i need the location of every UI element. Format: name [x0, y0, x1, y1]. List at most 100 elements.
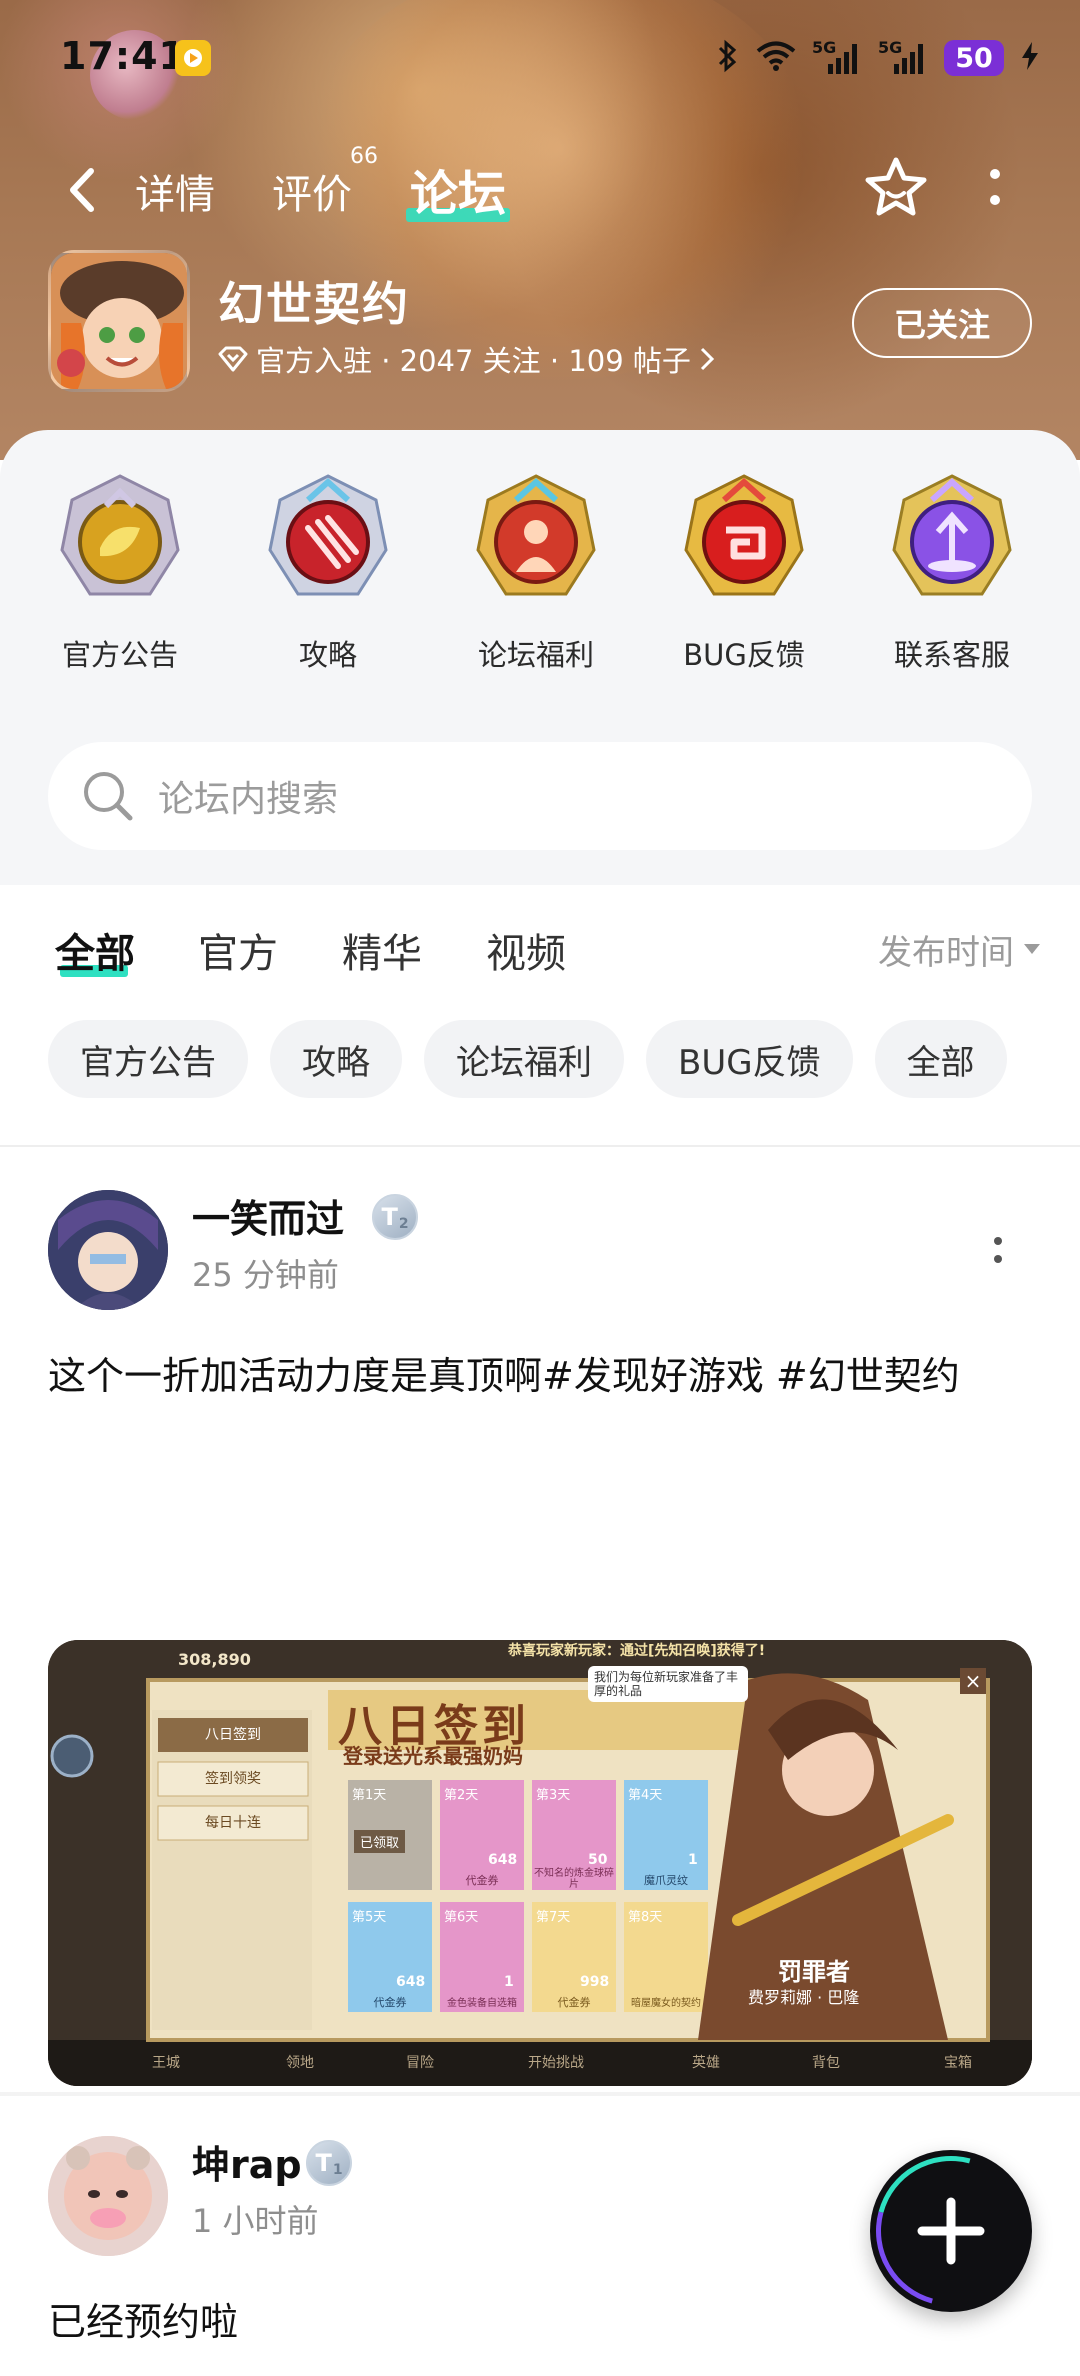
hero-title: 罚罪者 [778, 1958, 850, 1986]
cell-signal-icon: 5G [812, 38, 862, 76]
battery-indicator: 50 [944, 40, 1004, 76]
category-chips: 官方公告 攻略 论坛福利 BUG反馈 全部 [48, 1020, 1007, 1098]
day-card-qty: 1 [504, 1974, 514, 1990]
day-card-label: 第1天 [352, 1788, 387, 1803]
customer-service-badge-icon [882, 470, 1022, 610]
chip-bug-report[interactable]: BUG反馈 [646, 1020, 853, 1098]
top-navigation: 详情 评价 66 论坛 [0, 144, 1080, 230]
reviews-count-badge: 66 [350, 144, 378, 169]
quick-link-forum-welfare[interactable]: 论坛福利 [446, 470, 626, 674]
post-card[interactable]: 一笑而过 T2 25 分钟前 这个一折加活动力度是真顶啊#发现好游戏 #幻世契约 [0, 1150, 1080, 2188]
caret-down-icon [1024, 943, 1040, 954]
avatar[interactable] [48, 1190, 168, 1310]
image-bottom-tab: 领地 [286, 2055, 314, 2071]
game-title: 幻世契约 [218, 277, 410, 331]
avatar[interactable] [48, 2136, 168, 2256]
image-bottom-tab: 冒险 [406, 2055, 434, 2071]
game-header-banner: 17:41 5G 5G 50 详情 评价 66 论坛 幻世契约 官方入驻 · 2… [0, 0, 1080, 460]
cell-signal-icon-2: 5G [878, 38, 928, 76]
day-card-qty: 50 [588, 1852, 608, 1868]
quick-link-label: BUG反馈 [683, 638, 805, 672]
star-face-icon [865, 157, 927, 216]
image-menu-item: 签到领奖 [205, 1771, 261, 1787]
game-meta-text: 官方入驻 · 2047 关注 · 109 帖子 [256, 344, 691, 378]
feed-tab-video[interactable]: 视频 [486, 921, 566, 979]
chip-forum-welfare[interactable]: 论坛福利 [424, 1020, 624, 1098]
image-bottom-tab: 宝箱 [944, 2055, 972, 2071]
quick-link-customer-service[interactable]: 联系客服 [862, 470, 1042, 674]
chip-all[interactable]: 全部 [874, 1020, 1007, 1098]
day-card-label: 第5天 [352, 1910, 387, 1925]
sort-dropdown[interactable]: 发布时间 [878, 925, 1040, 974]
post-username[interactable]: 坤rap [192, 2134, 302, 2189]
wifi-icon [756, 40, 796, 76]
game-meta[interactable]: 官方入驻 · 2047 关注 · 109 帖子 [218, 338, 715, 380]
user-level-badge: T1 [306, 2140, 352, 2186]
tab-details[interactable]: 详情 [135, 162, 215, 220]
game-screenshot [48, 1640, 1032, 2086]
chip-guides[interactable]: 攻略 [270, 1020, 402, 1098]
image-speech: 我们为每位新玩家准备了丰厚的礼品 [588, 1666, 748, 1702]
feed-filters: 全部 官方 精华 视频 发布时间 官方公告 攻略 论坛福利 BUG反馈 全部 [0, 885, 1080, 1145]
post-username[interactable]: 一笑而过 [192, 1188, 344, 1243]
day-card-qty: 648 [396, 1974, 426, 1990]
new-post-button[interactable] [848, 2128, 1054, 2334]
image-bottom-tab: 开始挑战 [528, 2055, 584, 2071]
day-card-name: 不知名的炼金球碎片 [534, 1868, 614, 1890]
day-card-qty: 998 [580, 1974, 610, 1990]
post-more-button[interactable] [986, 1220, 1010, 1280]
day-card-name: 金色装备自选箱 [447, 1998, 517, 2009]
post-text: 已经预约啦 [48, 2300, 239, 2344]
image-banner-text: 恭喜玩家新玩家：通过[先知召唤]获得了! [508, 1643, 766, 1659]
image-score: 308,890 [178, 1650, 251, 1669]
hero-name: 费罗莉娜 · 巴隆 [748, 1988, 860, 2007]
day-card-label: 第7天 [536, 1910, 571, 1925]
app-notification-icon [175, 40, 211, 76]
quick-link-official-notice[interactable]: 官方公告 [30, 470, 210, 674]
feed-tab-official[interactable]: 官方 [198, 921, 278, 979]
chevron-right-icon [700, 347, 715, 371]
game-icon[interactable] [48, 250, 190, 392]
search-icon [84, 772, 133, 821]
tab-reviews[interactable]: 评价 [272, 162, 352, 220]
image-menu-item: 八日签到 [205, 1727, 261, 1743]
feed-tab-all[interactable]: 全部 [55, 921, 135, 979]
day-card-qty: 648 [488, 1852, 518, 1868]
quick-link-bug-report[interactable]: BUG反馈 [654, 470, 834, 674]
tab-forum[interactable]: 论坛 [410, 154, 506, 224]
feed-tab-featured[interactable]: 精华 [342, 921, 422, 979]
day-card-status: 已领取 [354, 1830, 406, 1853]
post-text: 这个一折加活动力度是真顶啊#发现好游戏 #幻世契约 [48, 1354, 960, 1398]
day-card-name: 魔爪灵纹 [644, 1874, 688, 1887]
quick-link-label: 攻略 [298, 638, 357, 672]
follow-button[interactable]: 已关注 [852, 288, 1032, 358]
back-arrow-icon [70, 168, 94, 212]
quick-link-guides[interactable]: 攻略 [238, 470, 418, 674]
bluetooth-icon [714, 38, 740, 78]
post-time: 25 分钟前 [192, 1256, 339, 1294]
quick-link-label: 联系客服 [893, 638, 1010, 672]
more-options-button[interactable] [970, 150, 1020, 226]
official-notice-badge-icon [50, 470, 190, 610]
day-card-label: 第2天 [444, 1788, 479, 1803]
image-bottom-tab: 背包 [812, 2055, 840, 2071]
chip-official-notice[interactable]: 官方公告 [48, 1020, 248, 1098]
quick-link-label: 官方公告 [61, 638, 178, 672]
favorite-button[interactable] [858, 150, 934, 226]
quick-links: 官方公告 攻略 论坛福利 BUG反馈 联系客服 [0, 470, 1080, 700]
quick-link-label: 论坛福利 [477, 638, 594, 672]
post-image[interactable]: 308,890 恭喜玩家新玩家：通过[先知召唤]获得了! 八日签到 登录送光系最… [48, 1640, 1032, 2086]
day-card-name: 代金券 [465, 1874, 499, 1887]
day-card-label: 第6天 [444, 1910, 479, 1925]
game-info-row: 幻世契约 官方入驻 · 2047 关注 · 109 帖子 已关注 [0, 248, 1080, 398]
image-menu-item: 每日十连 [205, 1815, 261, 1831]
user-level-number: 2 [398, 1216, 409, 1232]
status-icons: 5G 5G 50 [714, 36, 1040, 80]
image-bottom-tab: 英雄 [692, 2055, 720, 2071]
section-divider [0, 1145, 1080, 1147]
search-placeholder: 论坛内搜索 [158, 779, 339, 820]
forum-search-bar[interactable]: 论坛内搜索 [48, 742, 1032, 850]
image-bottom-tab: 王城 [152, 2055, 180, 2071]
back-button[interactable] [52, 160, 112, 220]
sort-label: 发布时间 [878, 933, 1014, 973]
